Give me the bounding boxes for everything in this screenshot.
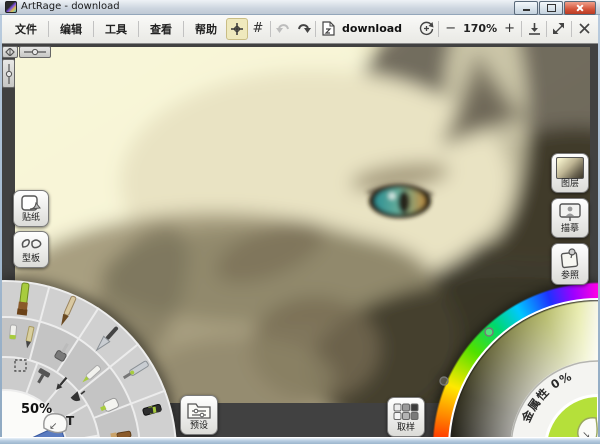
tracing-label: 描摹 — [561, 224, 579, 235]
stencils-label: 型板 — [22, 254, 40, 265]
minimize-button[interactable] — [514, 1, 538, 15]
layers-button[interactable]: 图层 — [551, 153, 589, 193]
hue-marker[interactable] — [485, 328, 493, 336]
collapse-tool-wheel-button[interactable]: ↙ — [44, 414, 67, 433]
layers-label: 图层 — [561, 179, 579, 190]
fullscreen-icon — [552, 22, 566, 36]
undo-button[interactable] — [273, 19, 293, 39]
samples-button[interactable]: 取样 — [387, 397, 425, 437]
v-slider-icon — [5, 63, 13, 85]
zoom-fit-button[interactable] — [524, 19, 544, 39]
chalk-icon[interactable] — [9, 325, 16, 339]
samples-grid-icon — [393, 403, 419, 421]
maximize-button[interactable] — [539, 1, 563, 15]
window-border-bottom — [0, 437, 600, 444]
presets-button[interactable]: 预设 — [180, 395, 218, 435]
color-picker-wheel[interactable]: 金属性 0% ↘ — [430, 280, 600, 444]
menu-edit[interactable]: 编辑 — [51, 18, 91, 40]
close-button[interactable] — [564, 1, 596, 15]
references-button[interactable]: 参照 — [551, 243, 589, 285]
zoom-level: 170% — [463, 22, 497, 35]
grid-icon: # — [253, 21, 264, 36]
menu-tools[interactable]: 工具 — [96, 18, 136, 40]
window-border-left — [0, 14, 2, 437]
vertical-scroll-slider[interactable] — [2, 59, 15, 88]
zoom-fit-icon — [528, 22, 541, 36]
redo-button[interactable] — [293, 19, 313, 39]
h-slider-icon — [23, 48, 47, 56]
fullscreen-button[interactable] — [549, 19, 569, 39]
tool-picker-wheel[interactable]: T 50% ↙ — [0, 278, 180, 444]
zoom-out-button[interactable]: − — [441, 21, 460, 36]
anchor-icon — [5, 48, 15, 56]
close-canvas-icon — [579, 23, 590, 34]
presets-folder-icon — [187, 400, 211, 419]
undo-icon — [276, 22, 291, 35]
presets-label: 预设 — [190, 421, 208, 432]
menu-view[interactable]: 查看 — [141, 18, 181, 40]
samples-label: 取样 — [397, 423, 415, 434]
stencils-button[interactable]: 型板 — [13, 231, 49, 268]
reset-rotation-button[interactable] — [416, 19, 436, 39]
canvas-anchor-button[interactable] — [2, 46, 18, 58]
document-tab-icon — [318, 19, 338, 39]
grid-button[interactable]: # — [248, 19, 268, 39]
maximize-icon — [547, 4, 556, 12]
title-bar[interactable]: ArtRage - download — [0, 0, 600, 15]
sticker-icon — [21, 195, 41, 212]
reset-rotation-icon — [418, 20, 435, 37]
stickers-button[interactable]: 贴纸 — [13, 190, 49, 227]
menu-help[interactable]: 帮助 — [186, 18, 226, 40]
artrage-window: ArtRage - download 文件 编辑 工具 查看 帮助 # — [0, 0, 600, 444]
minimize-icon — [523, 9, 530, 11]
references-label: 参照 — [561, 271, 579, 282]
stencil-icon — [20, 236, 42, 252]
redo-icon — [296, 22, 311, 35]
collapse-arrow-icon: ↙ — [49, 421, 57, 432]
close-canvas-button[interactable] — [574, 19, 594, 39]
layer-thumbnail-icon — [556, 157, 584, 179]
app-logo-icon — [5, 1, 17, 13]
tool-size-value: 50% — [21, 402, 52, 417]
horizontal-scroll-slider[interactable] — [19, 46, 51, 58]
document-name[interactable]: download — [342, 22, 402, 35]
color-marker[interactable] — [440, 377, 448, 385]
window-title: ArtRage - download — [21, 0, 120, 14]
reference-pin-icon — [559, 248, 581, 269]
zoom-in-button[interactable]: + — [500, 21, 519, 36]
precise-cursor-button[interactable] — [226, 18, 248, 40]
stickers-label: 贴纸 — [22, 213, 40, 224]
menu-file[interactable]: 文件 — [6, 18, 46, 40]
close-icon — [576, 4, 584, 12]
precise-cursor-icon — [230, 22, 244, 36]
main-toolbar: 文件 编辑 工具 查看 帮助 # — [0, 14, 600, 44]
tracing-icon — [558, 203, 582, 222]
tracing-button[interactable]: 描摹 — [551, 198, 589, 238]
